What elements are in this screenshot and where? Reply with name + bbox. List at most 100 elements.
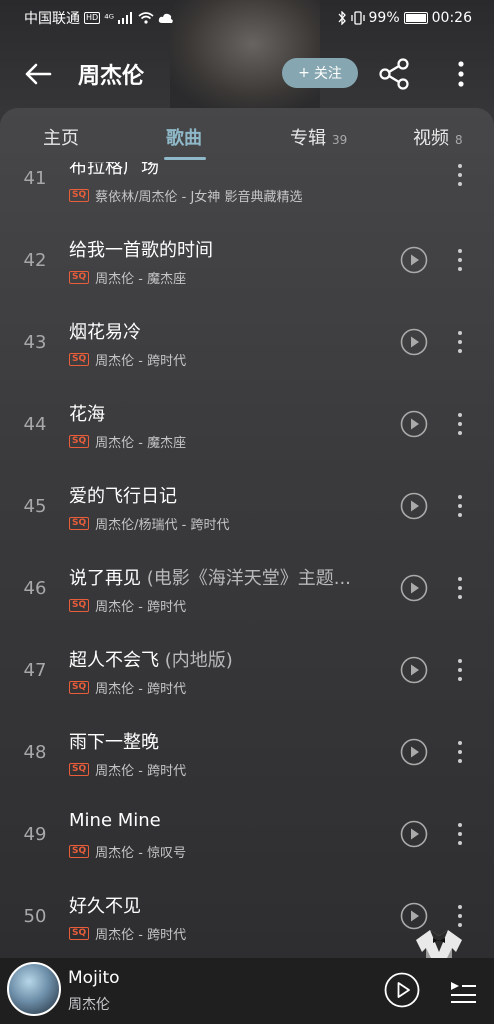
more-menu-icon[interactable] xyxy=(446,56,476,92)
mv-play-icon[interactable] xyxy=(400,820,428,848)
track-number: 48 xyxy=(23,742,47,763)
song-title-text: 说了再见 xyxy=(69,568,141,589)
tab-videos-label: 视频 xyxy=(413,128,449,149)
song-artist-album: 周杰伦 - 跨时代 xyxy=(95,354,187,369)
song-more-icon[interactable] xyxy=(452,162,468,189)
mv-play-icon[interactable] xyxy=(400,738,428,766)
song-title: Mine Mine xyxy=(69,810,161,831)
tab-home-label: 主页 xyxy=(43,128,79,149)
tab-bar: 主页 歌曲 专辑 39 视频 8 xyxy=(0,108,494,162)
track-number: 41 xyxy=(23,168,47,189)
song-title: 给我一首歌的时间 xyxy=(69,236,213,262)
song-row[interactable]: 49 Mine Mine SQ 周杰伦 - 惊叹号 xyxy=(0,804,494,886)
song-artist-album: 周杰伦 - 跨时代 xyxy=(95,764,187,779)
cloud-icon xyxy=(158,13,173,23)
sq-badge: SQ xyxy=(69,353,90,366)
mv-play-icon[interactable] xyxy=(400,246,428,274)
track-number: 49 xyxy=(23,824,47,845)
song-title-text: 雨下一整晚 xyxy=(69,732,159,753)
song-more-icon[interactable] xyxy=(452,246,468,274)
song-title-text: 好久不见 xyxy=(69,896,141,917)
song-meta: SQ 周杰伦 - 跨时代 xyxy=(69,924,186,943)
mv-play-icon[interactable] xyxy=(400,656,428,684)
bluetooth-icon xyxy=(338,11,346,25)
song-meta: SQ 周杰伦 - 跨时代 xyxy=(69,678,186,697)
song-artist-album: 周杰伦 - 魔杰座 xyxy=(95,272,187,287)
song-title: 好久不见 xyxy=(69,892,141,918)
track-number: 46 xyxy=(23,578,47,599)
mini-player[interactable]: Mojito 周杰伦 xyxy=(0,958,494,1024)
song-meta: SQ 周杰伦 - 跨时代 xyxy=(69,760,186,779)
track-number: 50 xyxy=(23,906,47,927)
sq-badge: SQ xyxy=(69,435,90,448)
tab-songs[interactable]: 歌曲 xyxy=(166,124,202,150)
tab-home[interactable]: 主页 xyxy=(43,124,79,150)
song-meta: SQ 周杰伦/杨瑞代 - 跨时代 xyxy=(69,514,229,533)
song-more-icon[interactable] xyxy=(452,656,468,684)
sq-badge: SQ xyxy=(69,517,90,530)
track-number: 43 xyxy=(23,332,47,353)
sq-badge: SQ xyxy=(69,681,90,694)
song-row[interactable]: 41 布拉格广场 SQ 蔡依林/周杰伦 - J女神 影音典藏精选 xyxy=(0,162,494,229)
song-meta: SQ 周杰伦 - 魔杰座 xyxy=(69,432,186,451)
song-artist-album: 周杰伦 - 跨时代 xyxy=(95,682,187,697)
song-title: 花海 xyxy=(69,400,105,426)
mv-play-icon[interactable] xyxy=(400,574,428,602)
song-more-icon[interactable] xyxy=(452,328,468,356)
network-type: ⁴ᴳ xyxy=(104,11,114,25)
follow-label: 关注 xyxy=(313,66,342,82)
track-number: 44 xyxy=(23,414,47,435)
song-title-text: 给我一首歌的时间 xyxy=(69,240,213,261)
song-title: 烟花易冷 xyxy=(69,318,141,344)
song-row[interactable]: 45 爱的飞行日记 SQ 周杰伦/杨瑞代 - 跨时代 xyxy=(0,476,494,558)
play-icon[interactable] xyxy=(384,972,420,1008)
mv-play-icon[interactable] xyxy=(400,328,428,356)
sq-badge: SQ xyxy=(69,271,90,284)
title-bar: 周杰伦 + 关注 xyxy=(0,46,494,102)
song-artist-album: 周杰伦 - 惊叹号 xyxy=(95,846,187,861)
active-tab-indicator xyxy=(164,157,206,160)
track-number: 45 xyxy=(23,496,47,517)
mv-play-icon[interactable] xyxy=(400,410,428,438)
mv-play-icon[interactable] xyxy=(400,492,428,520)
hd-badge: HD xyxy=(84,12,101,24)
song-row[interactable]: 46 说了再见 (电影《海洋天堂》主题... SQ 周杰伦 - 跨时代 xyxy=(0,558,494,640)
status-left: 中国联通 HD ⁴ᴳ xyxy=(24,8,174,28)
song-meta: SQ 周杰伦 - 惊叹号 xyxy=(69,842,186,861)
vibrate-icon xyxy=(350,11,365,25)
song-more-icon[interactable] xyxy=(452,738,468,766)
song-row[interactable]: 42 给我一首歌的时间 SQ 周杰伦 - 魔杰座 xyxy=(0,230,494,312)
share-icon[interactable] xyxy=(376,56,414,92)
clock: 00:26 xyxy=(431,10,472,26)
song-title-text: 超人不会飞 xyxy=(69,650,159,671)
song-row[interactable]: 47 超人不会飞 (内地版) SQ 周杰伦 - 跨时代 xyxy=(0,640,494,722)
song-title-text: Mine Mine xyxy=(69,810,161,831)
song-list[interactable]: 41 布拉格广场 SQ 蔡依林/周杰伦 - J女神 影音典藏精选 42 给我一首歌… xyxy=(0,162,494,958)
wifi-icon xyxy=(138,12,154,24)
song-row[interactable]: 44 花海 SQ 周杰伦 - 魔杰座 xyxy=(0,394,494,476)
tab-albums[interactable]: 专辑 39 xyxy=(290,124,347,150)
song-more-icon[interactable] xyxy=(452,574,468,602)
sq-badge: SQ xyxy=(69,927,90,940)
tab-videos[interactable]: 视频 8 xyxy=(413,124,463,150)
album-art[interactable] xyxy=(7,962,61,1016)
status-right: 99% 00:26 xyxy=(337,10,472,26)
track-number: 47 xyxy=(23,660,47,681)
song-title-text: 布拉格广场 xyxy=(69,162,159,178)
song-more-icon[interactable] xyxy=(452,492,468,520)
song-artist-album: 周杰伦 - 跨时代 xyxy=(95,928,187,943)
sq-badge: SQ xyxy=(69,845,90,858)
tab-albums-count: 39 xyxy=(332,133,348,147)
sq-badge: SQ xyxy=(69,189,90,202)
follow-button[interactable]: + 关注 xyxy=(282,58,358,88)
song-more-icon[interactable] xyxy=(452,820,468,848)
playlist-icon[interactable] xyxy=(448,976,478,1006)
song-artist-album: 周杰伦 - 跨时代 xyxy=(95,600,187,615)
plus-icon: + xyxy=(298,65,310,81)
status-bar: 中国联通 HD ⁴ᴳ 99% 00:26 xyxy=(0,0,494,36)
song-more-icon[interactable] xyxy=(452,410,468,438)
song-row[interactable]: 48 雨下一整晚 SQ 周杰伦 - 跨时代 xyxy=(0,722,494,804)
back-arrow-icon[interactable] xyxy=(20,56,56,92)
song-row[interactable]: 43 烟花易冷 SQ 周杰伦 - 跨时代 xyxy=(0,312,494,394)
song-meta: SQ 周杰伦 - 魔杰座 xyxy=(69,268,186,287)
